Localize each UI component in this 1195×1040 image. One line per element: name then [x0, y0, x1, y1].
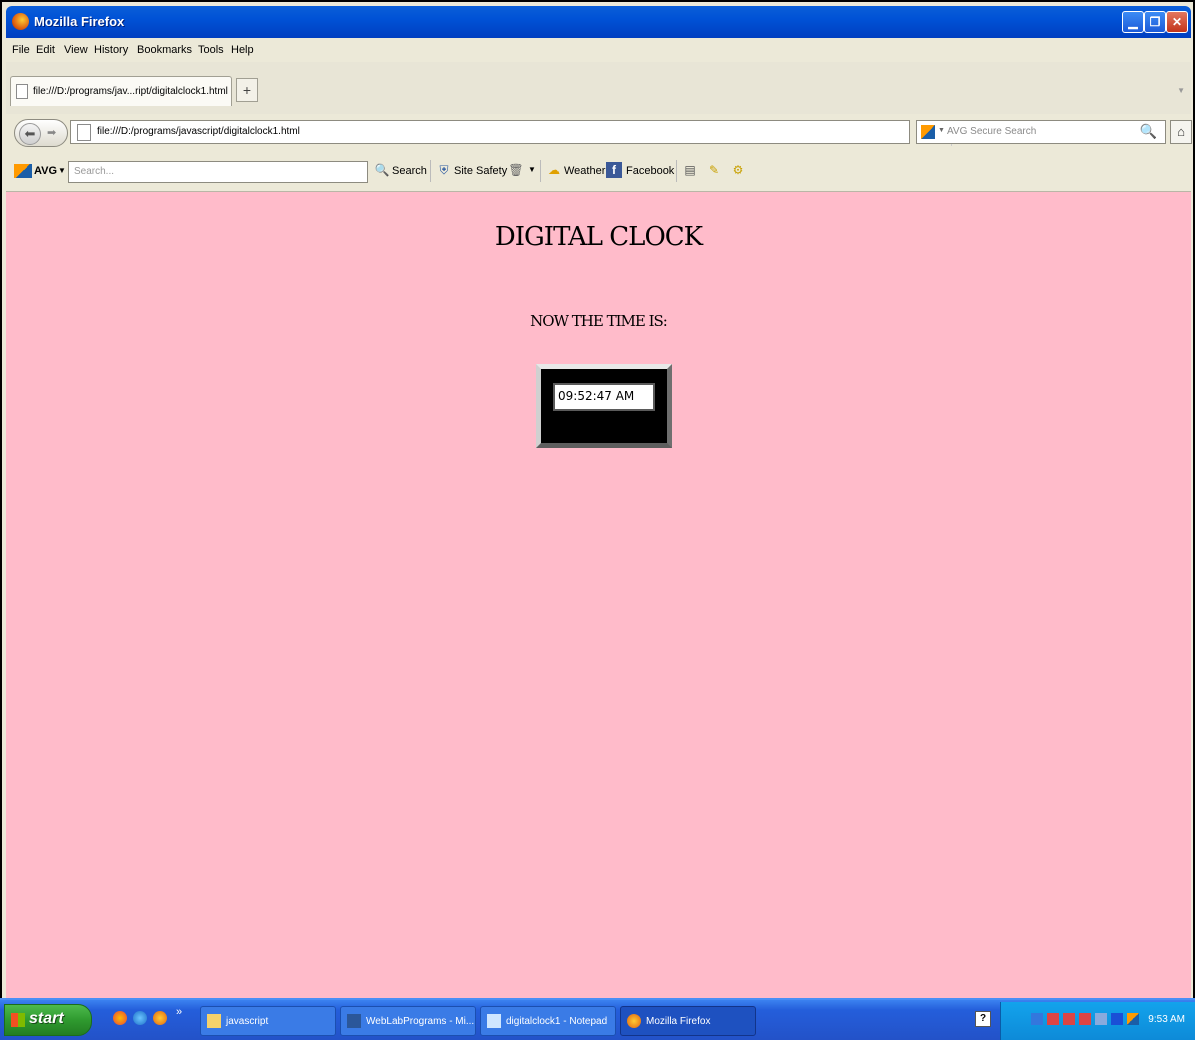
- avg-search-placeholder: Search...: [74, 166, 115, 177]
- facebook-button[interactable]: Facebook: [626, 165, 674, 177]
- close-button[interactable]: ✕: [1166, 11, 1188, 33]
- word-icon: [347, 1014, 361, 1028]
- firefox-icon: [12, 13, 29, 30]
- avg-logo-icon: [14, 164, 32, 178]
- tab-bar: file:///D:/programs/jav...ript/digitalcl…: [6, 62, 1191, 120]
- site-safety-button[interactable]: Site Safety: [454, 165, 507, 177]
- start-label: start: [29, 1010, 64, 1027]
- trash-dropdown-icon[interactable]: ▼: [524, 162, 540, 178]
- minimize-button[interactable]: ▁: [1122, 11, 1144, 33]
- menu-view[interactable]: View: [64, 44, 88, 56]
- start-button[interactable]: start: [4, 1004, 92, 1036]
- menu-help[interactable]: Help: [231, 44, 254, 56]
- network-icon[interactable]: [1079, 1013, 1091, 1025]
- facebook-icon: f: [606, 162, 622, 178]
- settings-icon[interactable]: ⚙: [730, 162, 746, 178]
- tab-label: file:///D:/programs/jav...ript/digitalcl…: [33, 86, 228, 97]
- page-icon: [16, 84, 28, 99]
- home-button[interactable]: ⌂: [1170, 120, 1192, 144]
- page-content: DIGITAL CLOCK NOW THE TIME IS: 09:52:47 …: [6, 192, 1191, 998]
- separator: [430, 160, 431, 182]
- shield-icon: ⛨: [439, 163, 449, 177]
- search-icon[interactable]: 🔍: [1140, 123, 1157, 140]
- usb-icon[interactable]: [1031, 1013, 1043, 1025]
- security-icon[interactable]: [1095, 1013, 1107, 1025]
- url-text[interactable]: file:///D:/programs/javascript/digitalcl…: [97, 126, 300, 137]
- menu-bookmarks[interactable]: Bookmarks: [137, 44, 192, 56]
- firefox-icon: [627, 1014, 641, 1028]
- firefox-icon[interactable]: [153, 1011, 167, 1025]
- chrome-icon[interactable]: [113, 1011, 127, 1025]
- chevron-right-icon[interactable]: »: [176, 1006, 182, 1018]
- avg-search-input[interactable]: Search...: [68, 161, 368, 183]
- weather-icon: ☁: [548, 163, 560, 177]
- forward-button[interactable]: ➡: [47, 126, 56, 139]
- task-javascript[interactable]: javascript: [200, 1006, 336, 1036]
- time-display-input[interactable]: 09:52:47 AM: [553, 383, 655, 411]
- windows-logo-icon: [11, 1013, 25, 1027]
- network-icon[interactable]: [1047, 1013, 1059, 1025]
- task-label: Mozilla Firefox: [646, 1016, 711, 1027]
- search-placeholder: AVG Secure Search: [947, 126, 1037, 137]
- task-label: digitalclock1 - Notepad: [506, 1016, 608, 1027]
- bluetooth-icon[interactable]: [1111, 1013, 1123, 1025]
- title-bar[interactable]: Mozilla Firefox ▁ ❐ ✕: [6, 6, 1191, 38]
- avg-engine-icon[interactable]: [921, 125, 935, 139]
- menu-tools[interactable]: Tools: [198, 44, 224, 56]
- task-label: WebLabPrograms - Mi...: [366, 1016, 475, 1027]
- tab-digitalclock[interactable]: file:///D:/programs/jav...ript/digitalcl…: [10, 76, 232, 106]
- network-icon[interactable]: [1063, 1013, 1075, 1025]
- notes-icon[interactable]: ✎: [706, 162, 722, 178]
- task-label: javascript: [226, 1016, 269, 1027]
- menu-bar: File Edit View History Bookmarks Tools H…: [6, 38, 1191, 62]
- restore-button[interactable]: ❐: [1144, 11, 1166, 33]
- url-bar[interactable]: file:///D:/programs/javascript/digitalcl…: [70, 120, 967, 146]
- avg-brand[interactable]: AVG: [34, 165, 57, 177]
- help-icon[interactable]: ?: [975, 1011, 991, 1027]
- calculator-icon[interactable]: ▤: [682, 162, 698, 178]
- avg-tray-icon[interactable]: [1127, 1013, 1139, 1025]
- folder-icon: [207, 1014, 221, 1028]
- separator: [676, 160, 677, 182]
- tray-clock[interactable]: 9:53 AM: [1148, 1014, 1185, 1025]
- task-notepad[interactable]: digitalclock1 - Notepad: [480, 1006, 616, 1036]
- back-button[interactable]: ⬅: [19, 123, 41, 145]
- time-label: NOW THE TIME IS:: [530, 312, 668, 330]
- task-weblabprograms[interactable]: WebLabPrograms - Mi...: [340, 1006, 476, 1036]
- page-heading: DIGITAL CLOCK: [494, 222, 703, 252]
- avg-toolbar: AVG ▼ Search... 🔍 Search ⛨ Site Safety 🗑…: [6, 152, 1191, 192]
- search-bar[interactable]: ▼ AVG Secure Search 🔍: [916, 120, 1166, 144]
- browser-window: Mozilla Firefox ▁ ❐ ✕ File Edit View His…: [0, 0, 1195, 1040]
- menu-file[interactable]: File: [12, 44, 30, 56]
- separator: [540, 160, 541, 182]
- menu-history[interactable]: History: [94, 44, 128, 56]
- clock-frame: 09:52:47 AM: [536, 364, 672, 448]
- taskbar: start » javascript WebLabPrograms - Mi..…: [0, 998, 1195, 1040]
- ie-icon[interactable]: [133, 1011, 147, 1025]
- avg-dropdown-icon[interactable]: ▼: [58, 166, 66, 175]
- trash-icon[interactable]: 🗑: [508, 162, 524, 178]
- chevron-down-icon[interactable]: ▼: [1177, 86, 1185, 95]
- search-icon: 🔍: [374, 163, 390, 177]
- menu-edit[interactable]: Edit: [36, 44, 55, 56]
- notepad-icon: [487, 1014, 501, 1028]
- system-tray: ? 9:53 AM: [975, 1002, 1195, 1040]
- page-icon: [77, 124, 91, 141]
- navigation-bar: ⬅ ➡ file:///D:/programs/javascript/digit…: [6, 114, 1192, 150]
- task-firefox[interactable]: Mozilla Firefox: [620, 1006, 756, 1036]
- weather-button[interactable]: Weather: [564, 165, 605, 177]
- back-forward-group: ⬅ ➡: [14, 119, 68, 147]
- engine-dropdown-icon[interactable]: ▼: [938, 127, 945, 134]
- new-tab-button[interactable]: +: [236, 78, 258, 102]
- window-title: Mozilla Firefox: [34, 14, 125, 29]
- avg-search-button[interactable]: Search: [392, 165, 427, 177]
